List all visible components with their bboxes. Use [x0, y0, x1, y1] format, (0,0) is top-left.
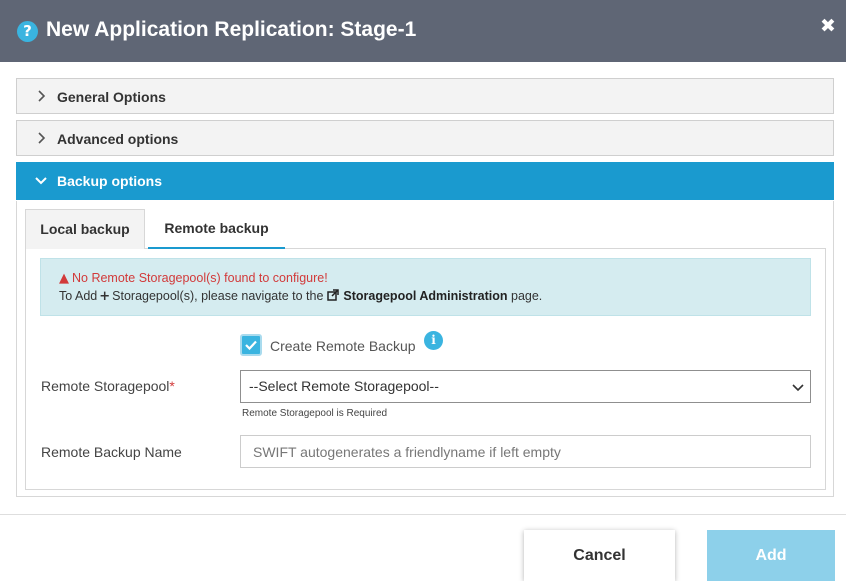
alert-suffix: page.: [511, 289, 543, 303]
remote-backup-name-label: Remote Backup Name: [41, 444, 182, 460]
create-remote-backup-label: Create Remote Backup: [270, 338, 416, 354]
chevron-down-icon: [35, 177, 47, 185]
external-link-icon: [327, 289, 340, 301]
remote-storagepool-select[interactable]: --Select Remote Storagepool--: [240, 370, 811, 403]
panel-general-options[interactable]: General Options: [16, 78, 834, 114]
alert-middle: Storagepool(s), please navigate to the: [112, 289, 324, 303]
checkmark-icon: [245, 340, 257, 351]
panel-label: General Options: [57, 89, 166, 105]
add-button[interactable]: Add: [707, 530, 835, 581]
remote-backup-name-input[interactable]: [240, 435, 811, 468]
storagepool-administration-link[interactable]: Storagepool Administration: [343, 289, 507, 303]
warning-icon: ▲: [59, 271, 69, 286]
alert-prefix: To Add: [59, 289, 98, 303]
question-circle-icon[interactable]: ?: [17, 21, 38, 42]
chevron-right-icon: [38, 90, 46, 102]
dialog-title: New Application Replication: Stage-1: [46, 18, 417, 41]
tab-local-backup[interactable]: Local backup: [25, 209, 145, 249]
footer-divider: [0, 514, 846, 515]
required-asterisk: *: [169, 378, 175, 394]
panel-advanced-options[interactable]: Advanced options: [16, 120, 834, 156]
info-icon[interactable]: i: [424, 331, 443, 350]
create-remote-backup-checkbox[interactable]: [240, 334, 262, 356]
panel-backup-options[interactable]: Backup options: [16, 162, 834, 200]
alert-instruction-line: To Add + Storagepool(s), please navigate t…: [59, 289, 542, 304]
tab-remote-backup[interactable]: Remote backup: [148, 209, 285, 249]
storagepool-alert: ▲ No Remote Storagepool(s) found to confi…: [40, 258, 811, 316]
dialog-header: ? New Application Replication: Stage-1 ✖: [0, 0, 846, 62]
alert-warning-text: No Remote Storagepool(s) found to config…: [72, 271, 328, 285]
chevron-right-icon: [38, 132, 46, 144]
remote-storagepool-label: Remote Storagepool*: [41, 378, 175, 394]
panel-label: Backup options: [57, 173, 163, 189]
select-value: --Select Remote Storagepool--: [249, 378, 439, 394]
panel-label: Advanced options: [57, 131, 179, 147]
remote-storagepool-help: Remote Storagepool is Required: [242, 408, 388, 419]
alert-warning-line: ▲ No Remote Storagepool(s) found to confi…: [59, 271, 328, 286]
cancel-button[interactable]: Cancel: [524, 530, 675, 581]
chevron-down-icon: [792, 384, 804, 392]
plus-icon: +: [99, 289, 111, 304]
close-icon[interactable]: ✖: [818, 14, 838, 38]
